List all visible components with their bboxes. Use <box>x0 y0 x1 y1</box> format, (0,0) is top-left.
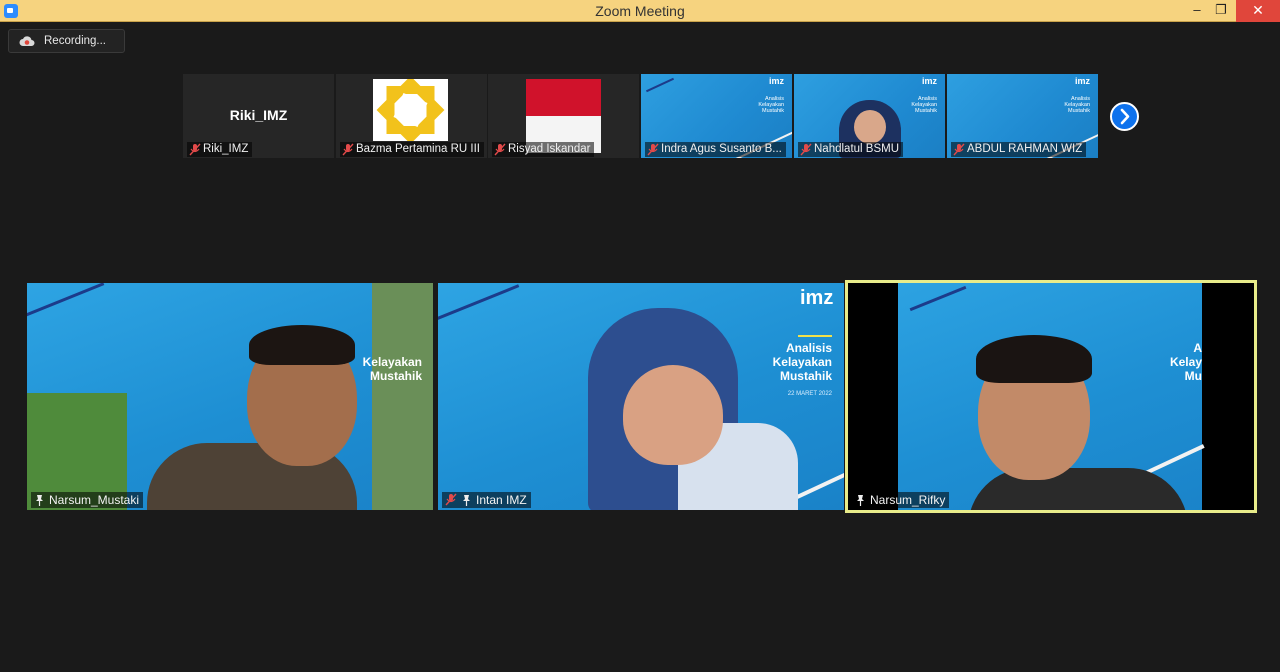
mic-muted-icon <box>494 143 506 156</box>
participant-tile-bazma[interactable]: Bazma Pertamina RU III <box>336 74 487 158</box>
participant-face <box>854 110 886 144</box>
participant-display-name: Riki_IMZ <box>229 107 288 123</box>
mic-muted-icon <box>189 143 201 156</box>
participant-tile-riki[interactable]: Riki_IMZ Riki_IMZ <box>183 74 334 158</box>
slide-title: Analisis Kelayakan Mustahik <box>911 96 937 114</box>
imz-logo: imz <box>1074 76 1090 86</box>
logo-underline <box>798 335 832 337</box>
recording-label: Recording... <box>44 35 107 47</box>
imz-logo: imz <box>768 76 784 86</box>
title-bar: Zoom Meeting – ❐ ✕ <box>0 0 1280 22</box>
letterbox-left <box>848 283 898 510</box>
room-cabinet <box>372 283 433 510</box>
minimize-button[interactable]: – <box>1184 0 1210 22</box>
participant-tile-indra[interactable]: imz Analisis Kelayakan Mustahik Indra Agus… <box>641 74 792 158</box>
pin-icon <box>857 495 864 506</box>
mic-muted-icon <box>953 143 965 156</box>
imz-logo: imz <box>921 76 937 86</box>
participant-name-label: Nahdlatul BSMU <box>798 142 904 157</box>
participant-name-label: ABDUL RAHMAN WIZ <box>951 142 1087 157</box>
slide-title: Analisis Kelayakan Mustahik <box>1064 96 1090 114</box>
mic-muted-icon <box>445 493 457 506</box>
chevron-right-icon <box>1120 108 1130 125</box>
mic-muted-icon <box>342 143 354 156</box>
participant-face <box>623 365 723 465</box>
participant-tile-abdul[interactable]: imz Analisis Kelayakan Mustahik ABDUL RAHM… <box>947 74 1098 158</box>
participant-name-label: Bazma Pertamina RU III <box>340 142 484 157</box>
pin-icon <box>36 495 43 506</box>
maximize-button[interactable]: ❐ <box>1208 0 1234 22</box>
participant-name-label: Riki_IMZ <box>187 142 253 157</box>
participant-body <box>968 468 1188 510</box>
cloud-recording-icon <box>19 36 35 46</box>
next-page-button[interactable] <box>1110 102 1139 131</box>
slide-title: Analisis Kelayakan Mustahik <box>772 341 832 383</box>
letterbox-right <box>1202 283 1254 510</box>
participant-hair <box>249 325 355 365</box>
participant-name-label: Intan IMZ <box>442 492 531 508</box>
video-tile-narsum-rifky[interactable]: A Kelay Mu Narsum_Rifky <box>845 280 1257 513</box>
slide-title: A Kelay Mu <box>1169 341 1202 383</box>
imz-logo: imz <box>800 287 834 309</box>
participant-name-label: Risyad Iskandar <box>492 142 595 157</box>
window-title: Zoom Meeting <box>595 3 685 19</box>
video-tile-intan-imz[interactable]: imz Analisis Kelayakan Mustahik 22 MARET 2… <box>438 283 844 510</box>
slide-title: Kelayakan Mustahik <box>362 355 422 383</box>
participant-tile-nahdlatul[interactable]: imz Analisis Kelayakan Mustahik Nahdlatul … <box>794 74 945 158</box>
slide-title: Analisis Kelayakan Mustahik <box>758 96 784 114</box>
recording-indicator[interactable]: Recording... <box>8 29 125 53</box>
close-button[interactable]: ✕ <box>1236 0 1280 22</box>
bazma-logo-avatar <box>373 79 448 141</box>
pin-icon <box>463 495 470 506</box>
participant-name-label: Indra Agus Susanto B... <box>645 142 786 157</box>
video-tile-narsum-mustaki[interactable]: Kelayakan Mustahik Narsum_Mustaki <box>27 283 433 510</box>
participant-hair <box>976 335 1092 383</box>
mic-muted-icon <box>647 143 659 156</box>
slide-date: 22 MARET 2022 <box>787 391 832 397</box>
participant-name-label: Narsum_Rifky <box>852 492 950 508</box>
participant-tile-risyad[interactable]: Risyad Iskandar <box>488 74 639 158</box>
mic-muted-icon <box>800 143 812 156</box>
participant-name-label: Narsum_Mustaki <box>31 492 144 508</box>
zoom-window: Zoom Meeting – ❐ ✕ Recording... Riki_IMZ… <box>0 0 1280 672</box>
